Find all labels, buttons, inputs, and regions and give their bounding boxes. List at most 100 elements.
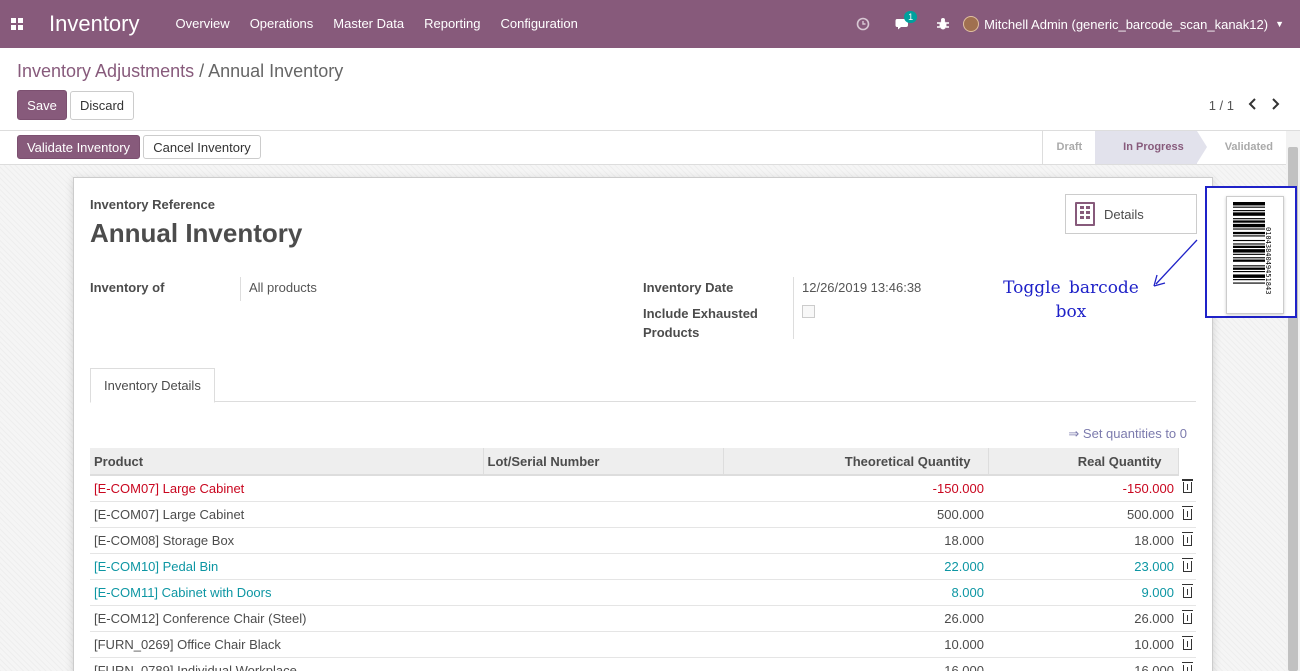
- real-qty-cell[interactable]: 500.000: [988, 501, 1178, 528]
- set-quantities-button[interactable]: ⇒ Set quantities to 0: [1068, 426, 1187, 442]
- theoretical-qty-cell: 8.000: [723, 579, 988, 606]
- lot-cell: [483, 475, 723, 502]
- control-panel: Inventory Adjustments / Annual Inventory…: [0, 48, 1300, 131]
- stage-draft[interactable]: Draft: [1043, 131, 1096, 164]
- breadcrumb-parent[interactable]: Inventory Adjustments: [17, 61, 194, 81]
- table-row[interactable]: [E-COM10] Pedal Bin 22.000 23.000: [90, 553, 1196, 580]
- table-row[interactable]: [FURN_0269] Office Chair Black 10.000 10…: [90, 631, 1196, 658]
- column-header-lot[interactable]: Lot/Serial Number: [483, 448, 724, 476]
- annotation-text: Toggle barcode box: [1003, 276, 1139, 324]
- validate-inventory-button[interactable]: Validate Inventory: [17, 135, 140, 159]
- pager: 1 / 1: [1209, 97, 1280, 114]
- lot-cell: [483, 553, 723, 580]
- breadcrumb-current: Annual Inventory: [208, 61, 344, 81]
- theoretical-qty-cell: 18.000: [723, 527, 988, 554]
- table-row[interactable]: [E-COM12] Conference Chair (Steel) 26.00…: [90, 605, 1196, 632]
- theoretical-qty-cell: 10.000: [723, 631, 988, 658]
- annotation-line-1: Toggle barcode: [1003, 278, 1139, 298]
- trash-icon[interactable]: [1178, 553, 1196, 580]
- table-row[interactable]: [E-COM07] Large Cabinet 500.000 500.000: [90, 501, 1196, 528]
- user-name: Mitchell Admin (generic_barcode_scan_kan…: [984, 16, 1269, 32]
- discard-button[interactable]: Discard: [70, 91, 134, 120]
- trash-icon[interactable]: [1178, 475, 1196, 502]
- theoretical-qty-cell: 500.000: [723, 501, 988, 528]
- include-exhausted-checkbox: [802, 305, 815, 318]
- lot-cell: [483, 527, 723, 554]
- menu-configuration[interactable]: Configuration: [490, 0, 587, 48]
- notebook-tabs: Inventory Details: [90, 368, 1196, 403]
- barcode-card[interactable]: 0104384049451843: [1226, 196, 1284, 314]
- stage-in-progress[interactable]: In Progress: [1095, 131, 1207, 164]
- barcode-number: 0104384049451843: [1264, 227, 1272, 295]
- table-row[interactable]: [E-COM07] Large Cabinet -150.000 -150.00…: [90, 475, 1196, 502]
- product-cell: [E-COM12] Conference Chair (Steel): [90, 605, 483, 632]
- product-cell: [E-COM11] Cabinet with Doors: [90, 579, 483, 606]
- chevron-down-icon: ▼: [1275, 19, 1284, 29]
- real-qty-cell[interactable]: 18.000: [988, 527, 1178, 554]
- inventory-reference-label: Inventory Reference: [90, 197, 215, 212]
- product-cell: [E-COM07] Large Cabinet: [90, 475, 483, 502]
- menu-reporting[interactable]: Reporting: [414, 0, 490, 48]
- theoretical-qty-cell: 22.000: [723, 553, 988, 580]
- real-qty-cell[interactable]: 23.000: [988, 553, 1178, 580]
- user-menu[interactable]: Mitchell Admin (generic_barcode_scan_kan…: [963, 16, 1300, 32]
- lot-cell: [483, 605, 723, 632]
- breadcrumb-separator: /: [194, 61, 209, 81]
- real-qty-cell[interactable]: 26.000: [988, 605, 1178, 632]
- product-cell: [FURN_0789] Individual Workplace: [90, 657, 483, 671]
- trash-icon[interactable]: [1178, 501, 1196, 528]
- debug-bug-icon[interactable]: [923, 0, 963, 48]
- building-icon: [1075, 202, 1095, 226]
- menu-overview[interactable]: Overview: [166, 0, 240, 48]
- product-cell: [FURN_0269] Office Chair Black: [90, 631, 483, 658]
- app-brand[interactable]: Inventory: [49, 11, 140, 37]
- form-sheet: Inventory Reference Annual Inventory Det…: [73, 177, 1213, 671]
- table-row[interactable]: [E-COM11] Cabinet with Doors 8.000 9.000: [90, 579, 1196, 606]
- pager-value[interactable]: 1 / 1: [1209, 98, 1234, 113]
- table-row[interactable]: [FURN_0789] Individual Workplace 16.000 …: [90, 657, 1196, 671]
- chevron-right-icon[interactable]: [1271, 97, 1280, 114]
- apps-menu-icon[interactable]: [0, 0, 34, 48]
- include-exhausted-label: Include Exhausted Products: [643, 306, 758, 340]
- details-label: Details: [1104, 206, 1144, 222]
- lot-cell: [483, 631, 723, 658]
- lot-cell: [483, 579, 723, 606]
- chevron-left-icon[interactable]: [1248, 97, 1257, 114]
- column-header-theoretical[interactable]: Theoretical Quantity: [723, 448, 989, 476]
- tab-inventory-details[interactable]: Inventory Details: [90, 368, 215, 403]
- trash-icon[interactable]: [1178, 527, 1196, 554]
- real-qty-cell[interactable]: 10.000: [988, 631, 1178, 658]
- field-divider: [240, 277, 241, 301]
- trash-icon[interactable]: [1178, 657, 1196, 671]
- activity-clock-icon[interactable]: [843, 0, 883, 48]
- product-cell: [E-COM07] Large Cabinet: [90, 501, 483, 528]
- inventory-date-label: Inventory Date: [643, 280, 734, 295]
- details-button[interactable]: Details: [1065, 194, 1197, 234]
- trash-icon[interactable]: [1178, 579, 1196, 606]
- menu-master-data[interactable]: Master Data: [323, 0, 414, 48]
- avatar: [963, 16, 980, 32]
- real-qty-cell[interactable]: 16.000: [988, 657, 1178, 671]
- table-row[interactable]: [E-COM08] Storage Box 18.000 18.000: [90, 527, 1196, 554]
- messages-icon[interactable]: 1: [883, 0, 923, 48]
- stage-validated[interactable]: Validated: [1197, 131, 1286, 164]
- column-header-product[interactable]: Product: [90, 448, 484, 476]
- top-navbar: Inventory Overview Operations Master Dat…: [0, 0, 1300, 48]
- column-header-real[interactable]: Real Quantity: [988, 448, 1179, 476]
- inventory-of-label: Inventory of: [90, 280, 165, 295]
- theoretical-qty-cell: 16.000: [723, 657, 988, 671]
- real-qty-cell[interactable]: -150.000: [988, 475, 1178, 502]
- save-button[interactable]: Save: [17, 90, 67, 120]
- product-cell: [E-COM08] Storage Box: [90, 527, 483, 554]
- inventory-lines-table: Product Lot/Serial Number Theoretical Qu…: [90, 448, 1196, 671]
- barcode-toggle-box[interactable]: 0104384049451843: [1205, 186, 1297, 318]
- annotation-line-2: box: [1055, 302, 1087, 322]
- trash-icon[interactable]: [1178, 631, 1196, 658]
- barcode-icon: [1233, 202, 1265, 284]
- menu-operations[interactable]: Operations: [240, 0, 324, 48]
- cancel-inventory-button[interactable]: Cancel Inventory: [143, 135, 261, 159]
- trash-icon[interactable]: [1178, 605, 1196, 632]
- inventory-date-value: 12/26/2019 13:46:38: [802, 280, 922, 295]
- status-bar: Validate Inventory Cancel Inventory Draf…: [0, 131, 1300, 165]
- real-qty-cell[interactable]: 9.000: [988, 579, 1178, 606]
